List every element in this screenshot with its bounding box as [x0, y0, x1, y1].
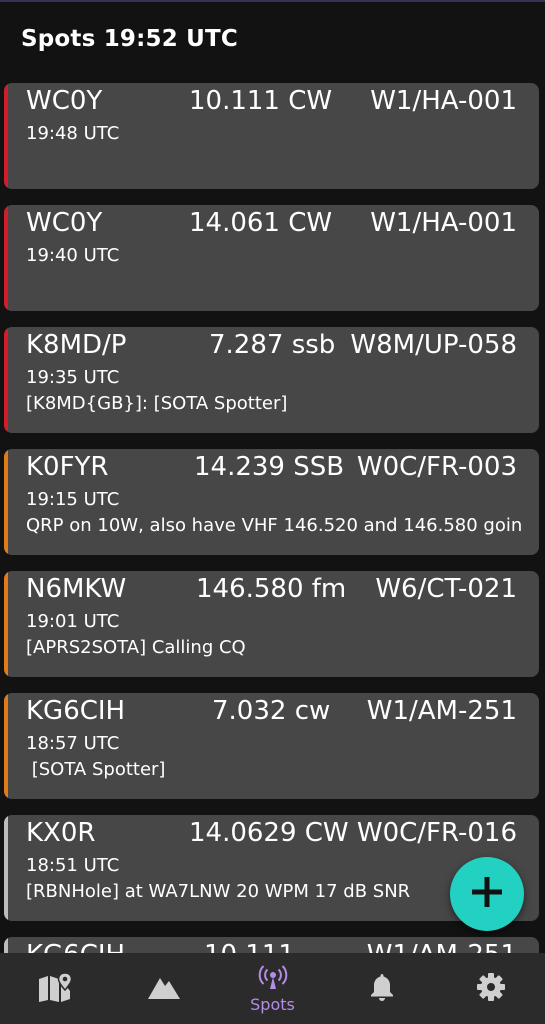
spot-age-bar: [4, 937, 8, 953]
spot-age-bar: [4, 327, 8, 433]
plus-icon: [470, 875, 504, 913]
spot-comment: [APRS2SOTA] Calling CQ: [26, 637, 246, 658]
spot-callsign: KG6CIH: [26, 696, 126, 726]
spot-callsign: N6MKW: [26, 574, 127, 604]
spot-age-bar: [4, 571, 8, 677]
nav-item-spots[interactable]: Spots: [218, 953, 327, 1024]
spot-summit-ref: W1/AM-251: [366, 696, 517, 726]
spot-age-bar: [4, 815, 8, 921]
spot-age-bar: [4, 693, 8, 799]
spot-summit-ref: W1/HA-001: [370, 86, 517, 116]
spot-summit-ref: W0C/FR-003: [356, 452, 517, 482]
spot-frequency: 146.580 fm: [196, 574, 347, 604]
spot-callsign: K8MD/P: [26, 330, 127, 360]
spot-time: 19:15 UTC: [26, 489, 120, 510]
spot-frequency: 7.032 cw: [212, 696, 331, 726]
bottom-navigation: Spots: [0, 953, 545, 1024]
spot-time: 19:01 UTC: [26, 611, 120, 632]
spot-summit-ref: W0C/FR-016: [356, 818, 517, 848]
spot-age-bar: [4, 449, 8, 555]
nav-item-settings[interactable]: [436, 953, 545, 1024]
spot-comment: [RBNHole] at WA7LNW 20 WPM 17 dB SNR: [26, 881, 411, 902]
spot-time: 18:57 UTC: [26, 733, 120, 754]
spot-comment: [K8MD{GB}]: [SOTA Spotter]: [26, 393, 288, 414]
spot-callsign: K0FYR: [26, 452, 109, 482]
spot-frequency: 7.287 ssb: [209, 330, 336, 360]
spot-time: 18:51 UTC: [26, 855, 120, 876]
nav-item-map[interactable]: [0, 953, 109, 1024]
spot-callsign: KG6CIH: [26, 940, 125, 953]
spot-card[interactable]: WC0Y 10.111 CW W1/HA-001 19:48 UTC: [4, 83, 539, 189]
spot-age-bar: [4, 83, 8, 189]
nav-item-label: Spots: [250, 994, 295, 1014]
spot-frequency: 10.111: [204, 940, 295, 953]
spot-summit-ref: W6/CT-021: [375, 574, 517, 604]
spot-frequency: 14.0629 CW: [189, 818, 349, 848]
spot-list[interactable]: WC0Y 10.111 CW W1/HA-001 19:48 UTC WC0Y …: [0, 83, 545, 953]
spot-time: 19:40 UTC: [26, 245, 120, 266]
gear-icon: [476, 972, 506, 1006]
add-spot-button[interactable]: [450, 857, 524, 931]
spot-summit-ref: W1/AM-251: [367, 940, 517, 953]
app-header: Spots 19:52 UTC: [0, 0, 545, 78]
nav-item-summits[interactable]: [109, 953, 218, 1024]
page-title: Spots 19:52 UTC: [21, 26, 238, 52]
map-icon: [37, 971, 73, 1007]
spot-time: 19:48 UTC: [26, 123, 120, 144]
spot-time: 19:35 UTC: [26, 367, 120, 388]
spot-summit-ref: W1/HA-001: [370, 208, 517, 238]
spot-frequency: 14.061 CW: [189, 208, 333, 238]
spot-callsign: KX0R: [26, 818, 96, 848]
bell-icon: [369, 972, 395, 1006]
spot-card[interactable]: K8MD/P 7.287 ssb W8M/UP-058 19:35 UTC [K…: [4, 327, 539, 433]
spot-frequency: 10.111 CW: [189, 86, 333, 116]
broadcast-icon: [256, 964, 290, 994]
spot-comment: [SOTA Spotter]: [26, 759, 166, 780]
spot-card[interactable]: N6MKW 146.580 fm W6/CT-021 19:01 UTC [AP…: [4, 571, 539, 677]
spot-card[interactable]: WC0Y 14.061 CW W1/HA-001 19:40 UTC: [4, 205, 539, 311]
spot-card[interactable]: KG6CIH 7.032 cw W1/AM-251 18:57 UTC [SOT…: [4, 693, 539, 799]
spot-comment: QRP on 10W, also have VHF 146.520 and 14…: [26, 515, 523, 536]
spot-card[interactable]: KG6CIH 10.111 W1/AM-251: [4, 937, 539, 953]
spot-callsign: WC0Y: [26, 86, 103, 116]
spot-age-bar: [4, 205, 8, 311]
spot-card[interactable]: K0FYR 14.239 SSB W0C/FR-003 19:15 UTC QR…: [4, 449, 539, 555]
spot-summit-ref: W8M/UP-058: [350, 330, 517, 360]
spot-frequency: 14.239 SSB: [194, 452, 345, 482]
nav-item-alerts[interactable]: [327, 953, 436, 1024]
spot-callsign: WC0Y: [26, 208, 103, 238]
mountain-icon: [146, 972, 182, 1006]
